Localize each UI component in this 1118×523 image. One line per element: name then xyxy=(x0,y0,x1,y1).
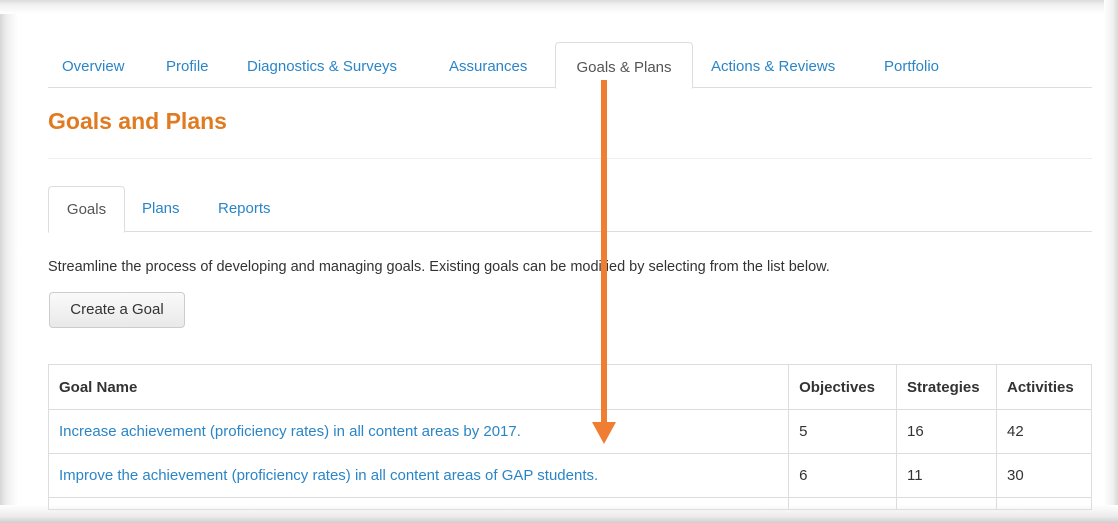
tab-portfolio[interactable]: Portfolio xyxy=(884,42,939,88)
subtab-goals[interactable]: Goals xyxy=(48,186,125,233)
table-cell-empty xyxy=(896,497,997,510)
tab-assurances[interactable]: Assurances xyxy=(449,42,527,88)
main-tabs: Overview Profile Diagnostics & Surveys A… xyxy=(48,42,1092,89)
frame-shadow-right xyxy=(1104,0,1118,523)
activities-count: 42 xyxy=(996,409,1092,454)
activities-count: 30 xyxy=(996,453,1092,498)
tab-diagnostics-surveys[interactable]: Diagnostics & Surveys xyxy=(247,42,397,88)
objectives-count: 5 xyxy=(788,409,897,454)
strategies-count: 16 xyxy=(896,409,997,454)
header-objectives: Objectives xyxy=(788,364,897,410)
annotation-arrow-shaft xyxy=(601,80,607,424)
tab-profile[interactable]: Profile xyxy=(166,42,209,88)
subtab-reports[interactable]: Reports xyxy=(218,186,271,232)
intro-text: Streamline the process of developing and… xyxy=(48,259,830,275)
table-cell-empty xyxy=(47,497,789,510)
header-activities: Activities xyxy=(996,364,1092,410)
header-goal-name: Goal Name xyxy=(47,364,789,410)
goal-name-link[interactable]: Improve the achievement (proficiency rat… xyxy=(47,453,789,498)
objectives-count: 6 xyxy=(788,453,897,498)
create-goal-button[interactable]: Create a Goal xyxy=(49,292,185,328)
frame-shadow-top xyxy=(0,0,1118,14)
page-title: Goals and Plans xyxy=(48,108,227,134)
table-cell-empty xyxy=(996,497,1092,510)
screenshot-frame: Overview Profile Diagnostics & Surveys A… xyxy=(0,0,1118,523)
title-divider xyxy=(48,158,1092,159)
frame-shadow-left xyxy=(0,0,18,523)
tab-overview[interactable]: Overview xyxy=(62,42,125,88)
sub-tabs: Goals Plans Reports xyxy=(48,186,1092,233)
table-cell-empty xyxy=(788,497,897,510)
annotation-arrow-down-icon xyxy=(592,422,616,444)
strategies-count: 11 xyxy=(896,453,997,498)
header-strategies: Strategies xyxy=(896,364,997,410)
table-row-partial xyxy=(47,497,1092,510)
table-row[interactable]: Improve the achievement (proficiency rat… xyxy=(47,453,1092,498)
tab-actions-reviews[interactable]: Actions & Reviews xyxy=(711,42,835,88)
subtab-plans[interactable]: Plans xyxy=(142,186,180,232)
table-row[interactable]: Increase achievement (proficiency rates)… xyxy=(47,409,1092,454)
goal-name-link[interactable]: Increase achievement (proficiency rates)… xyxy=(47,409,789,454)
tab-goals-plans[interactable]: Goals & Plans xyxy=(555,42,693,89)
goals-table: Goal Name Objectives Strategies Activiti… xyxy=(47,364,1092,510)
table-header-row: Goal Name Objectives Strategies Activiti… xyxy=(47,364,1092,410)
